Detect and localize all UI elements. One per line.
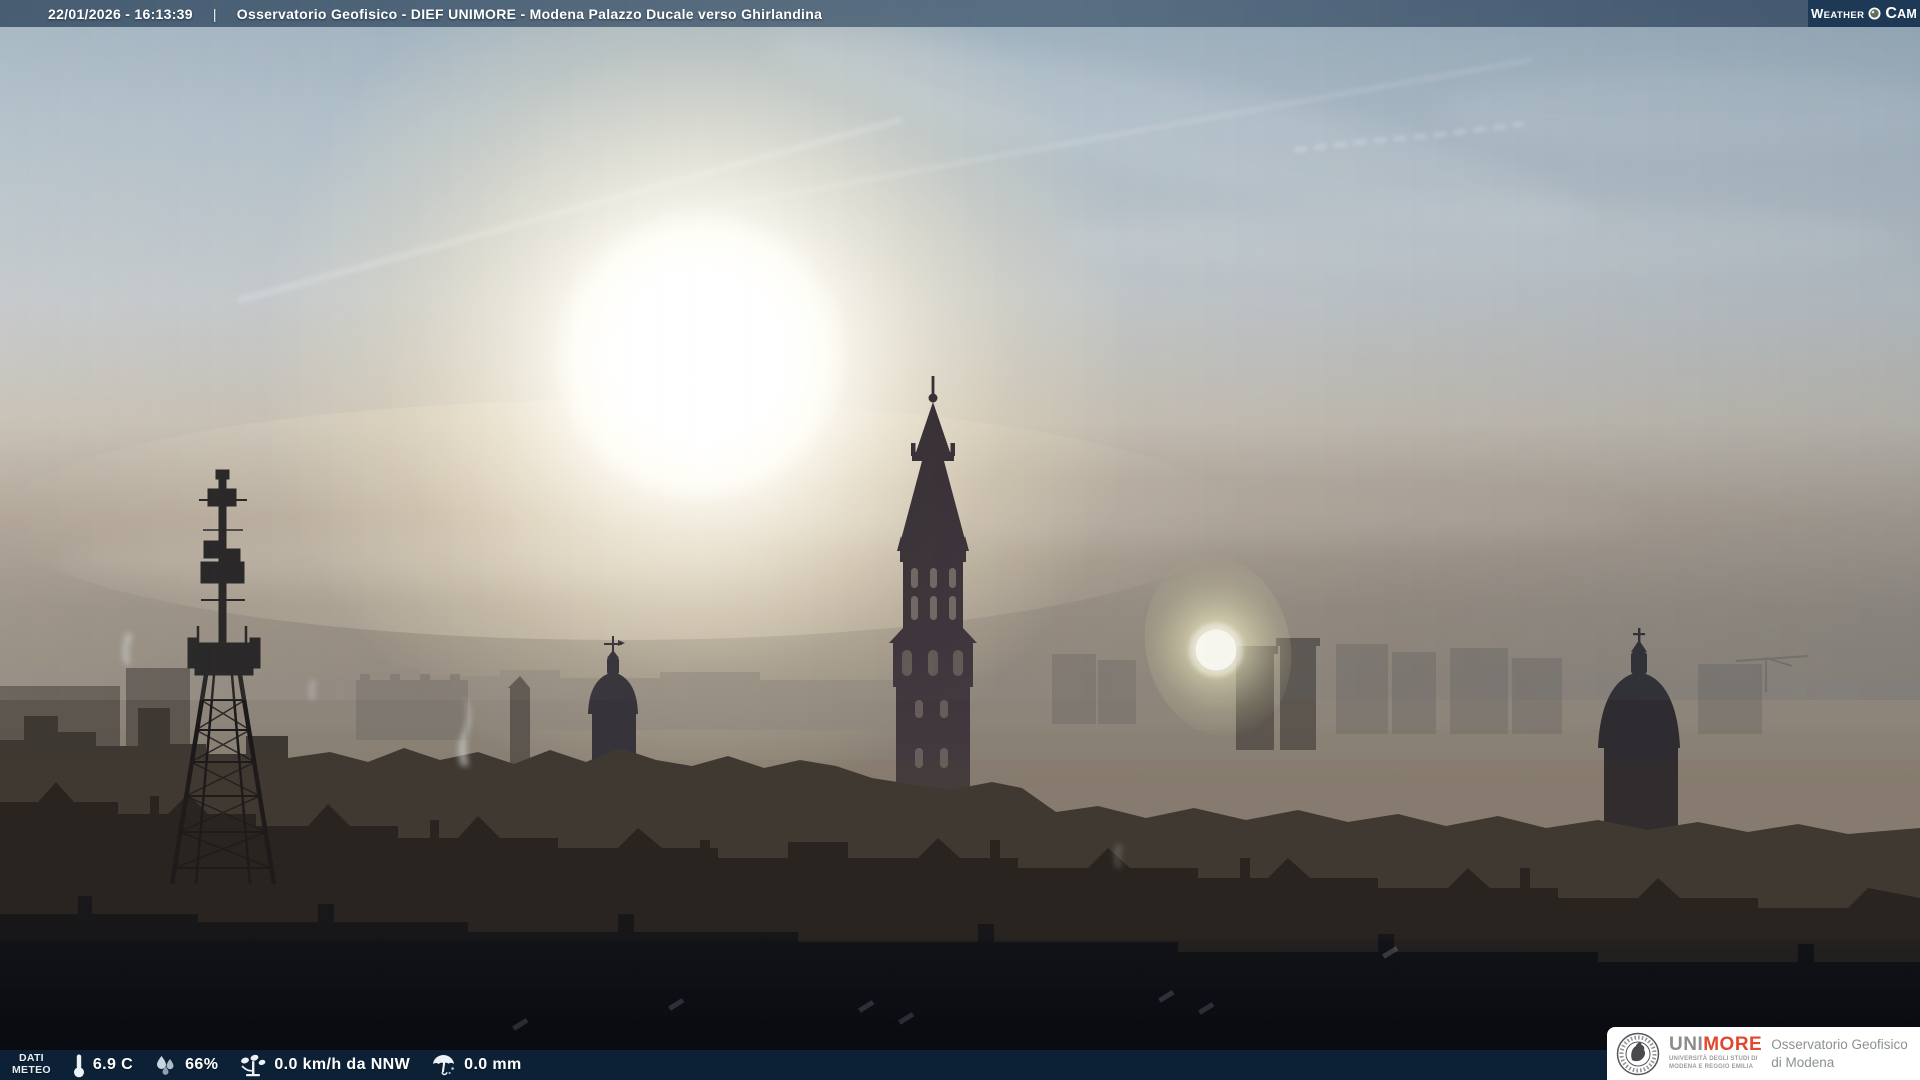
wind-value: 0.0 km/h da NNW	[274, 1056, 410, 1074]
datetime-text: 22/01/2026 - 16:13:39	[48, 6, 193, 22]
dati-meteo-line2: METEO	[12, 1065, 51, 1077]
webcam-frame: 22/01/2026 - 16:13:39 | Osservatorio Geo…	[0, 0, 1920, 1080]
unimore-wordmark: UNIMORE	[1669, 1035, 1762, 1054]
observatory-name: Osservatorio Geofisico di Modena	[1771, 1036, 1908, 1071]
precipitation-value: 0.0 mm	[464, 1056, 522, 1074]
humidity-item: 66%	[155, 1055, 218, 1076]
humidity-value: 66%	[185, 1056, 218, 1074]
camera-lens-icon	[1868, 7, 1881, 20]
unimore-crest-icon	[1616, 1032, 1660, 1076]
dati-meteo-label: DATI METEO	[12, 1053, 51, 1077]
top-overlay-bar: 22/01/2026 - 16:13:39 | Osservatorio Geo…	[0, 0, 1920, 27]
umbrella-rain-icon	[432, 1054, 456, 1076]
webcam-photo	[0, 0, 1920, 1080]
weathercam-logo: WEATHER CAM	[1808, 0, 1920, 27]
temperature-item: 6.9 C	[73, 1053, 133, 1078]
university-name: UNIVERSITÀ DEGLI STUDI DI MODENA E REGGI…	[1669, 1056, 1762, 1072]
precipitation-item: 0.0 mm	[432, 1054, 522, 1076]
thermometer-icon	[73, 1053, 85, 1078]
temperature-value: 6.9 C	[93, 1056, 133, 1074]
humidity-drops-icon	[155, 1055, 177, 1076]
unimore-attribution: UNIMORE UNIVERSITÀ DEGLI STUDI DI MODENA…	[1607, 1027, 1920, 1080]
weathercam-word-cam: CAM	[1885, 5, 1917, 23]
anemometer-icon	[240, 1054, 266, 1077]
camera-title: Osservatorio Geofisico - DIEF UNIMORE - …	[237, 6, 822, 22]
weathercam-word-weather: WEATHER	[1811, 6, 1864, 21]
unimore-logo: UNIMORE UNIVERSITÀ DEGLI STUDI DI MODENA…	[1669, 1035, 1762, 1072]
separator: |	[213, 6, 217, 22]
wind-item: 0.0 km/h da NNW	[240, 1054, 410, 1077]
